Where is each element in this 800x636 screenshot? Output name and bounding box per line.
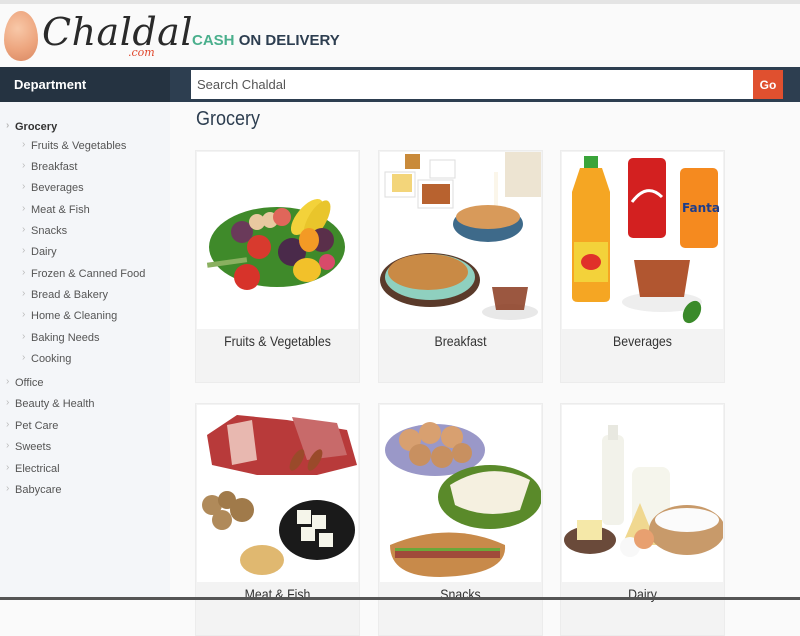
fruits-vegetables-image[interactable]: [197, 152, 358, 329]
sidebar-subitem-beverages[interactable]: Beverages: [22, 181, 84, 194]
sidebar-item-pet-care[interactable]: Pet Care: [6, 419, 59, 432]
navbar: Department Go: [0, 67, 800, 102]
category-card-snacks[interactable]: Snacks: [378, 403, 543, 636]
sidebar-subitem-dairy[interactable]: Dairy: [22, 245, 57, 258]
department-menu-button[interactable]: Department: [0, 67, 170, 102]
sidebar-subitem-breakfast[interactable]: Breakfast: [22, 160, 78, 173]
beverages-image[interactable]: Fanta: [562, 152, 723, 329]
logo-text[interactable]: Chaldal: [42, 10, 193, 54]
tagline-rest: ON DELIVERY: [238, 32, 340, 49]
sidebar-item-electrical[interactable]: Electrical: [6, 462, 60, 475]
category-card-meat-fish[interactable]: Meat & Fish: [195, 403, 360, 636]
sidebar-subitem-home-cleaning[interactable]: Home & Cleaning: [22, 309, 117, 322]
sidebar-item-grocery[interactable]: Grocery: [6, 120, 57, 133]
sidebar-subitem-fruits-vegetables[interactable]: Fruits & Vegetables: [22, 139, 126, 152]
cash-on-delivery-tagline: CASH ON DELIVERY: [192, 32, 340, 49]
logo-suffix: .com: [128, 46, 155, 59]
sidebar-subitem-snacks[interactable]: Snacks: [22, 224, 67, 237]
page-title: Grocery: [196, 108, 261, 130]
sidebar-subitem-meat-fish[interactable]: Meat & Fish: [22, 203, 90, 216]
sidebar-subitem-frozen-canned[interactable]: Frozen & Canned Food: [22, 267, 145, 280]
sidebar-item-babycare[interactable]: Babycare: [6, 483, 62, 496]
search-input[interactable]: [191, 70, 754, 99]
site-header: Chaldal .com CASH ON DELIVERY: [0, 4, 800, 67]
department-sidebar: Grocery Fruits & Vegetables Breakfast Be…: [0, 102, 170, 600]
sidebar-item-office[interactable]: Office: [6, 376, 43, 389]
category-card-breakfast[interactable]: Breakfast: [378, 150, 543, 383]
sidebar-subitem-bread-bakery[interactable]: Bread & Bakery: [22, 288, 108, 301]
sidebar-subitem-cooking[interactable]: Cooking: [22, 352, 71, 365]
dairy-image[interactable]: [562, 405, 723, 582]
category-card-fruits-vegetables[interactable]: Fruits & Vegetables: [195, 150, 360, 383]
card-label: Beverages: [613, 333, 672, 349]
sidebar-item-beauty-health[interactable]: Beauty & Health: [6, 397, 94, 410]
meat-fish-image[interactable]: [197, 405, 358, 582]
snacks-image[interactable]: [380, 405, 541, 582]
category-card-dairy[interactable]: Dairy: [560, 403, 725, 636]
tagline-highlight: CASH: [192, 32, 235, 49]
breakfast-image[interactable]: [380, 152, 541, 329]
card-label: Breakfast: [434, 333, 487, 349]
category-card-beverages[interactable]: Fanta Beverages: [560, 150, 725, 383]
card-label: Fruits & Vegetables: [224, 333, 331, 349]
go-button[interactable]: Go: [753, 70, 783, 99]
svg-text:Fanta: Fanta: [682, 201, 720, 215]
egg-logo-icon[interactable]: [4, 11, 38, 61]
sidebar-subitem-baking-needs[interactable]: Baking Needs: [22, 331, 99, 344]
sidebar-item-sweets[interactable]: Sweets: [6, 440, 51, 453]
